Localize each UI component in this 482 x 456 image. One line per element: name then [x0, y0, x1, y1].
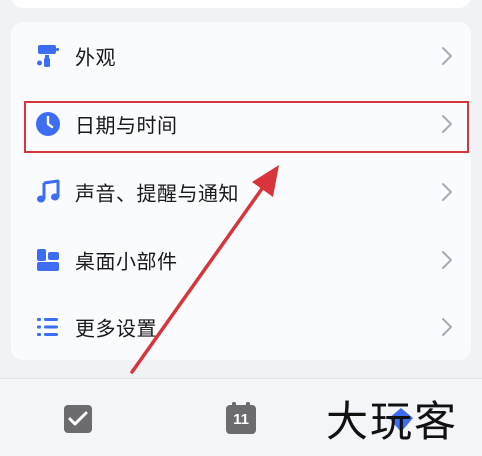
music-note-icon: [35, 179, 61, 205]
settings-item-label: 更多设置: [75, 316, 157, 341]
settings-item-label: 声音、提醒与通知: [75, 181, 239, 206]
chevron-right-icon: [442, 251, 452, 269]
paint-roller-icon: [35, 43, 61, 69]
chevron-right-icon: [442, 183, 452, 201]
settings-card: 外观 日期与时间 声音、提醒与通知 桌面小部件 更多设置: [11, 22, 471, 360]
chevron-right-icon: [442, 115, 452, 133]
checkbox-icon[interactable]: [63, 404, 93, 438]
settings-item-date-time[interactable]: 日期与时间: [11, 94, 471, 154]
settings-item-more[interactable]: 更多设置: [11, 297, 471, 357]
chevron-right-icon: [442, 47, 452, 65]
calendar-icon[interactable]: 11: [225, 401, 257, 435]
calendar-day-number: 11: [233, 411, 249, 428]
settings-item-label: 桌面小部件: [75, 249, 178, 274]
clock-icon: [35, 111, 61, 137]
settings-item-appearance[interactable]: 外观: [11, 26, 471, 86]
previous-card-edge: [11, 0, 471, 8]
list-settings-icon: [35, 314, 61, 340]
settings-item-label: 日期与时间: [75, 113, 178, 138]
widgets-icon: [35, 247, 61, 273]
watermark-text: 大玩客: [326, 397, 459, 446]
chevron-right-icon: [442, 318, 452, 336]
settings-item-widgets[interactable]: 桌面小部件: [11, 230, 471, 290]
settings-item-sound-notifications[interactable]: 声音、提醒与通知: [11, 162, 471, 222]
settings-item-label: 外观: [75, 45, 116, 70]
